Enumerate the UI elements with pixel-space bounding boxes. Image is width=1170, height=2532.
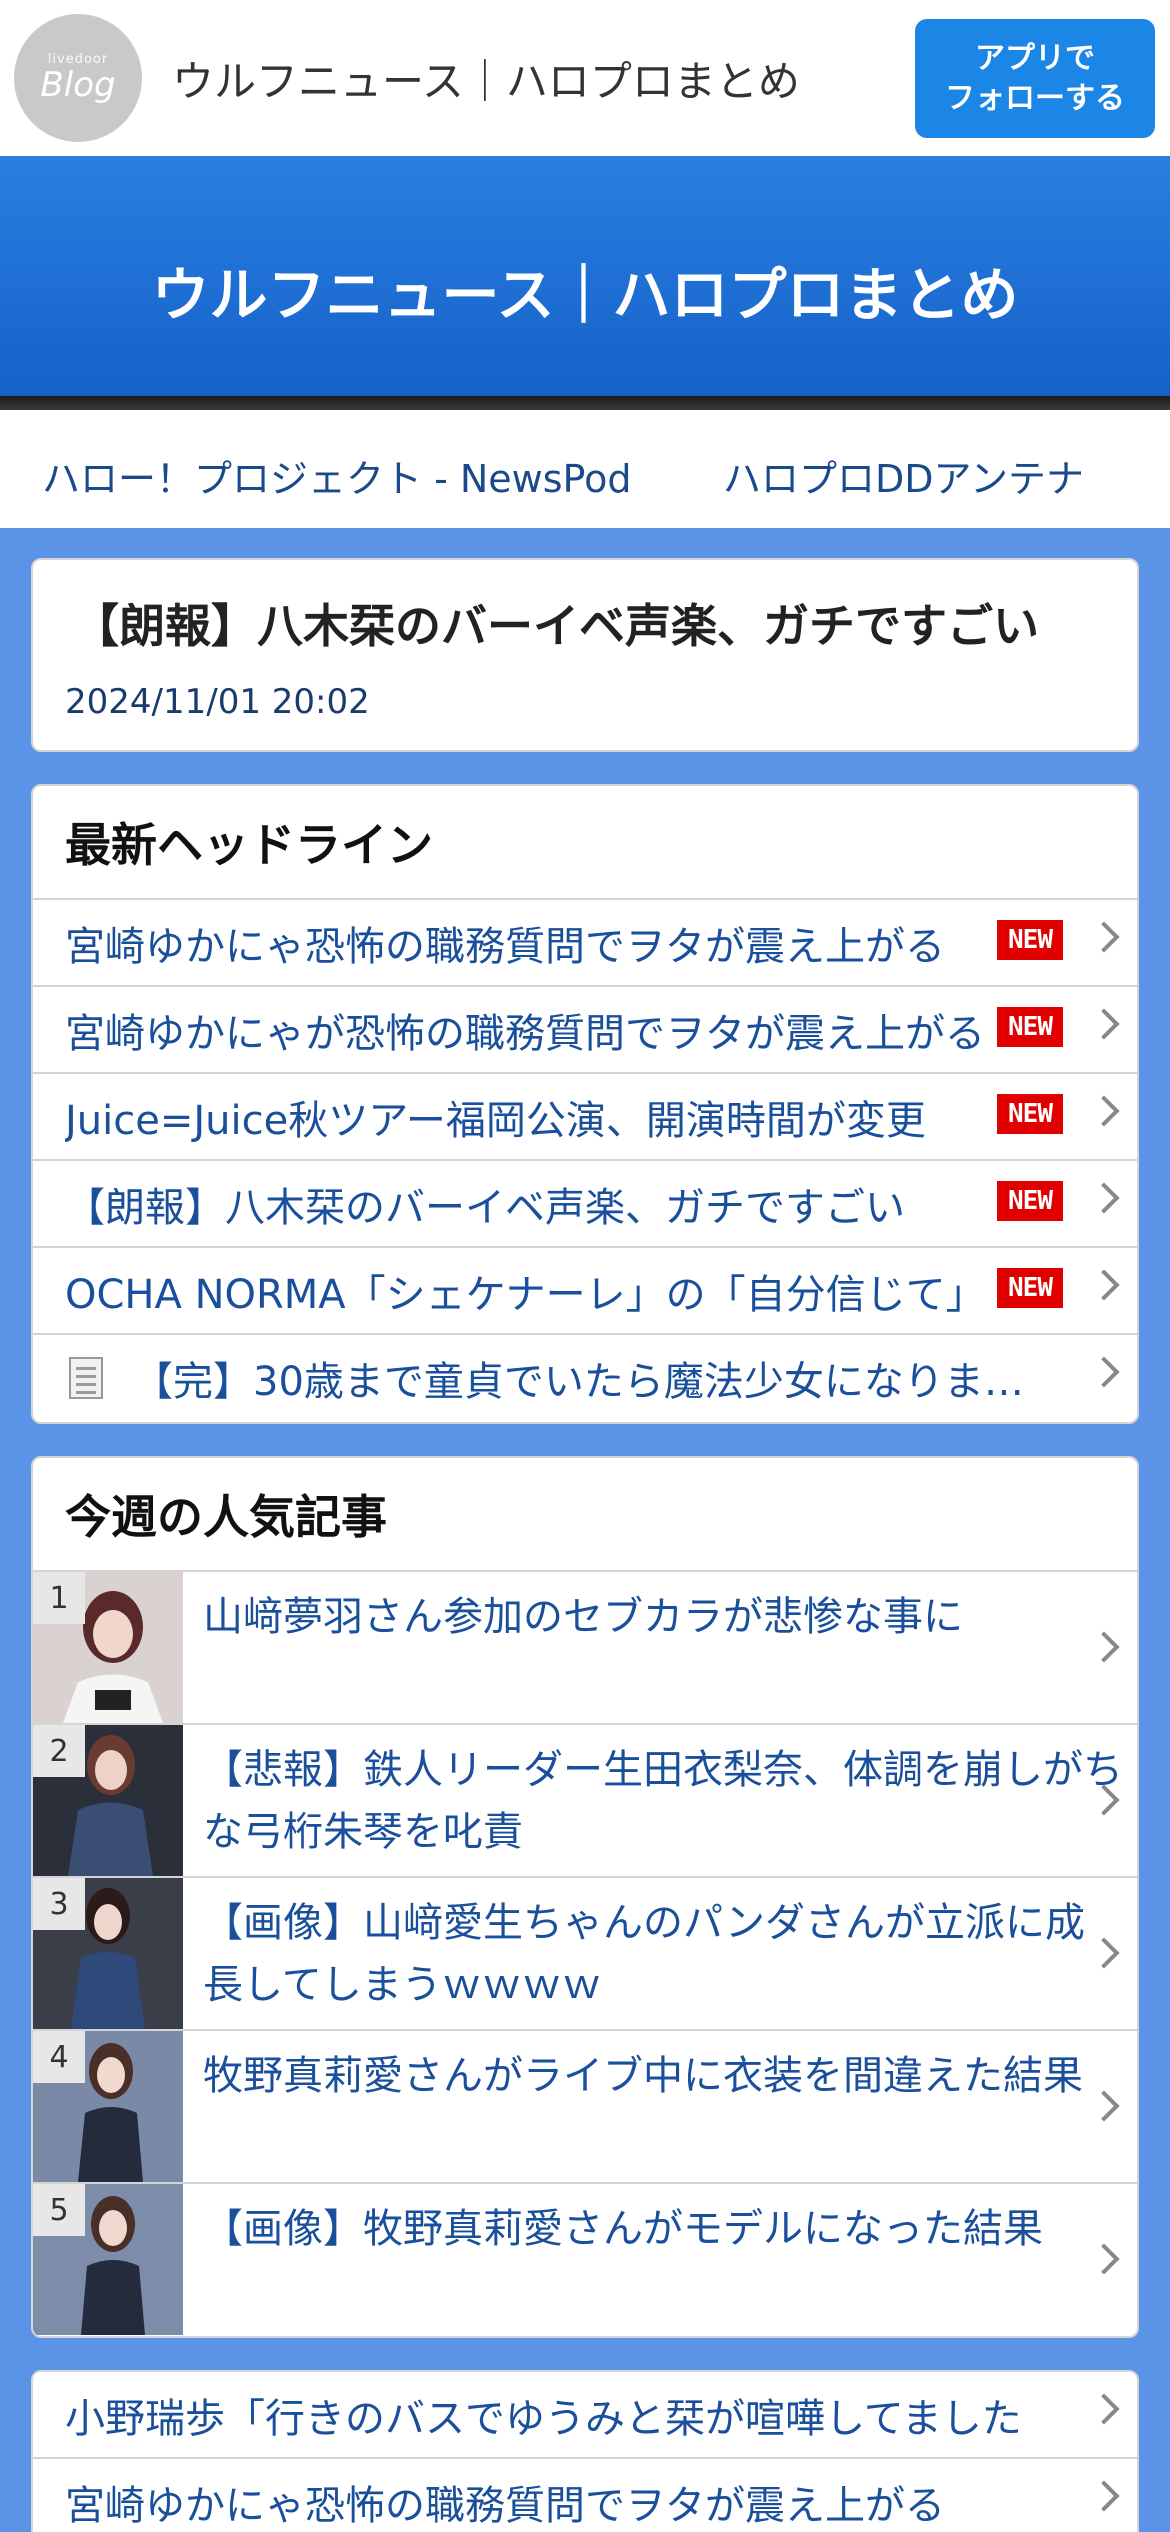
headline-row[interactable]: 宮崎ゆかにゃが恐怖の職務質問でヲタが震え上がる NEW bbox=[33, 987, 1137, 1074]
new-badge: NEW bbox=[997, 1181, 1063, 1221]
chevron-right-icon bbox=[1088, 921, 1120, 953]
popular-item[interactable]: 1 山﨑夢羽さん参加のセブカラが悲惨な事に bbox=[33, 1572, 1137, 1725]
latest-headlines-card: 最新ヘッドライン 宮崎ゆかにゃ恐怖の職務質問でヲタが震え上がる NEW 宮崎ゆか… bbox=[31, 784, 1139, 1424]
new-badge: NEW bbox=[997, 920, 1063, 960]
headline-text[interactable]: 宮崎ゆかにゃが恐怖の職務質問でヲタが震え上がる bbox=[65, 1001, 1020, 1059]
popular-item[interactable]: 3 【画像】山﨑愛生ちゃんのパンダさんが立派に成長してしまうｗｗｗｗ bbox=[33, 1878, 1137, 2031]
link-bar: ハロー！プロジェクト - NewsPod ハロプロDDアンテナ bbox=[0, 410, 1170, 528]
chevron-right-icon bbox=[1088, 1356, 1120, 1388]
headline-text[interactable]: 【朗報】八木栞のバーイベ声楽、ガチですごい bbox=[65, 1175, 1020, 1233]
headline-row[interactable]: 【完】30歳まで童貞でいたら魔法少女になりました bbox=[33, 1335, 1137, 1422]
rank-badge: 1 bbox=[33, 1572, 85, 1624]
chevron-right-icon bbox=[1088, 1269, 1120, 1301]
link-dd-antenna[interactable]: ハロプロDDアンテナ bbox=[723, 448, 1084, 503]
list-item[interactable]: 小野瑞歩「行きのバスでゆうみと栞が喧嘩してました bbox=[33, 2372, 1137, 2459]
logo-small-text: livedoor bbox=[47, 51, 109, 67]
popular-item-title[interactable]: 【悲報】鉄人リーダー生田衣梨奈、体調を崩しがちな弓桁朱琴を叱責 bbox=[203, 1739, 1123, 1863]
headline-row[interactable]: 【朗報】八木栞のバーイベ声楽、ガチですごい NEW bbox=[33, 1161, 1137, 1248]
headline-text[interactable]: 宮崎ゆかにゃ恐怖の職務質問でヲタが震え上がる bbox=[65, 914, 1020, 972]
popular-item-title[interactable]: 山﨑夢羽さん参加のセブカラが悲惨な事に bbox=[203, 1586, 1123, 1648]
link-newspod[interactable]: ハロー！プロジェクト - NewsPod bbox=[42, 448, 631, 503]
thumbnail-image[interactable]: 3 bbox=[33, 1878, 183, 2029]
headline-text[interactable]: OCHA NORMA「シェケナーレ」の「自分信じて」 bbox=[65, 1262, 1020, 1320]
top-bar: livedoor Blog ウルフニュース｜ハロプロまとめ アプリで フォローす… bbox=[0, 0, 1170, 156]
livedoor-blog-logo[interactable]: livedoor Blog bbox=[14, 14, 142, 142]
list-item-text[interactable]: 小野瑞歩「行きのバスでゆうみと栞が喧嘩してました bbox=[65, 2386, 1065, 2444]
chevron-right-icon bbox=[1088, 2480, 1120, 2512]
banner-divider bbox=[0, 396, 1170, 410]
headline-row[interactable]: Juice=Juice秋ツアー福岡公演、開演時間が変更 NEW bbox=[33, 1074, 1137, 1161]
article-date: 2024/11/01 20:02 bbox=[65, 682, 370, 722]
section-heading: 最新ヘッドライン bbox=[33, 786, 1137, 900]
chevron-right-icon bbox=[1088, 1182, 1120, 1214]
new-badge: NEW bbox=[997, 1007, 1063, 1047]
popular-item-title[interactable]: 【画像】山﨑愛生ちゃんのパンダさんが立派に成長してしまうｗｗｗｗ bbox=[203, 1892, 1123, 2016]
list-item-text[interactable]: 宮崎ゆかにゃ恐怖の職務質問でヲタが震え上がる bbox=[65, 2473, 1065, 2531]
rank-badge: 5 bbox=[33, 2184, 85, 2236]
headline-row[interactable]: OCHA NORMA「シェケナーレ」の「自分信じて」 NEW bbox=[33, 1248, 1137, 1335]
rank-badge: 3 bbox=[33, 1878, 85, 1930]
weekly-popular-card: 今週の人気記事 1 山﨑夢羽さん参加のセブカラが悲惨な事に 2 【悲報】鉄人リー… bbox=[31, 1456, 1139, 2338]
new-badge: NEW bbox=[997, 1268, 1063, 1308]
thumbnail-image[interactable]: 1 bbox=[33, 1572, 183, 1723]
follow-in-app-button[interactable]: アプリで フォローする bbox=[915, 19, 1155, 138]
popular-item-title[interactable]: 牧野真莉愛さんがライブ中に衣装を間違えた結果 bbox=[203, 2045, 1123, 2107]
popular-item[interactable]: 4 牧野真莉愛さんがライブ中に衣装を間違えた結果 bbox=[33, 2031, 1137, 2184]
thumbnail-image[interactable]: 2 bbox=[33, 1725, 183, 1876]
headline-text[interactable]: Juice=Juice秋ツアー福岡公演、開演時間が変更 bbox=[65, 1088, 1020, 1146]
thumbnail-image[interactable]: 5 bbox=[33, 2184, 183, 2335]
article-title: 【朗報】八木栞のバーイベ声楽、ガチですごい bbox=[73, 599, 1039, 653]
popular-item[interactable]: 5 【画像】牧野真莉愛さんがモデルになった結果 bbox=[33, 2184, 1137, 2336]
header-banner: ウルフニュース｜ハロプロまとめ bbox=[0, 156, 1170, 396]
section-heading: 今週の人気記事 bbox=[33, 1458, 1137, 1572]
rank-badge: 2 bbox=[33, 1725, 85, 1777]
headline-row[interactable]: 宮崎ゆかにゃ恐怖の職務質問でヲタが震え上がる NEW bbox=[33, 900, 1137, 987]
more-articles-card: 小野瑞歩「行きのバスでゆうみと栞が喧嘩してました 宮崎ゆかにゃ恐怖の職務質問でヲ… bbox=[31, 2370, 1139, 2532]
site-title[interactable]: ウルフニュース｜ハロプロまとめ bbox=[172, 48, 800, 109]
rank-badge: 4 bbox=[33, 2031, 85, 2083]
thumbnail-image[interactable]: 4 bbox=[33, 2031, 183, 2182]
logo-big-text: Blog bbox=[40, 64, 116, 105]
document-icon bbox=[69, 1357, 103, 1399]
chevron-right-icon bbox=[1088, 1008, 1120, 1040]
popular-item-title[interactable]: 【画像】牧野真莉愛さんがモデルになった結果 bbox=[203, 2198, 1123, 2260]
chevron-right-icon bbox=[1088, 2393, 1120, 2425]
chevron-right-icon bbox=[1088, 1095, 1120, 1127]
article-header-card: 【朗報】八木栞のバーイベ声楽、ガチですごい 2024/11/01 20:02 bbox=[31, 558, 1139, 752]
new-badge: NEW bbox=[997, 1094, 1063, 1134]
popular-item[interactable]: 2 【悲報】鉄人リーダー生田衣梨奈、体調を崩しがちな弓桁朱琴を叱責 bbox=[33, 1725, 1137, 1878]
headline-text[interactable]: 【完】30歳まで童貞でいたら魔法少女になりました bbox=[133, 1349, 1053, 1407]
banner-title[interactable]: ウルフニュース｜ハロプロまとめ bbox=[0, 248, 1170, 332]
list-item[interactable]: 宮崎ゆかにゃ恐怖の職務質問でヲタが震え上がる bbox=[33, 2459, 1137, 2532]
